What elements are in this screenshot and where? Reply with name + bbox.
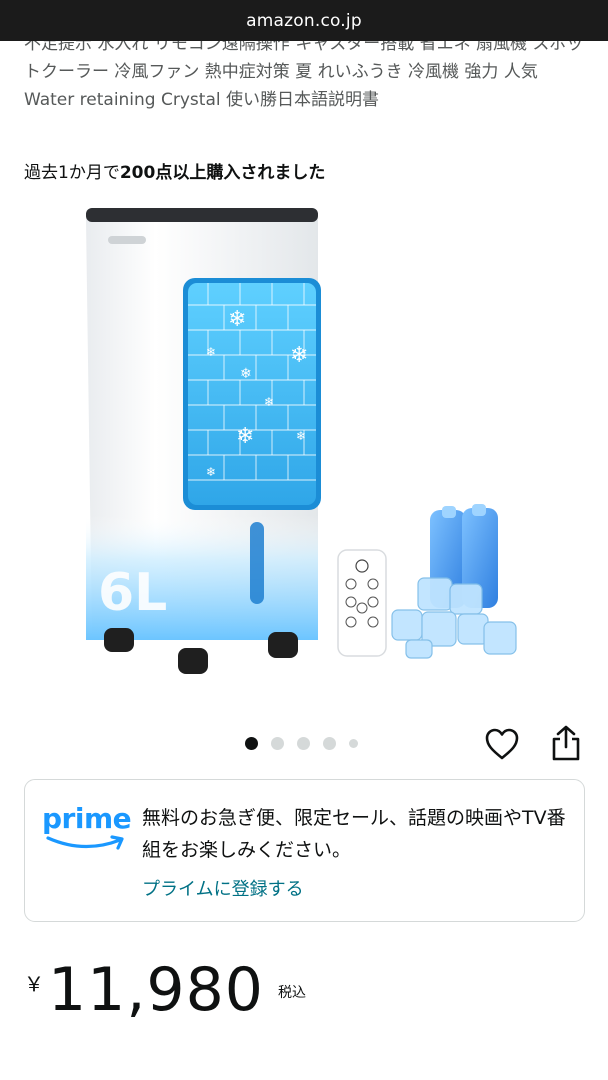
- svg-text:❄: ❄: [236, 424, 254, 449]
- price-tax-note: 税込: [277, 985, 306, 1001]
- product-title: 不足提示 水入れ リモコン遠隔操作 キャスター搭載 省エネ 扇風機 スポットクー…: [24, 34, 584, 110]
- prime-logo: prime: [42, 802, 132, 852]
- price-amount: 11,980: [48, 955, 264, 1025]
- svg-text:❄: ❄: [296, 429, 306, 443]
- price-currency: ￥: [24, 972, 44, 996]
- svg-text:❄: ❄: [240, 366, 252, 382]
- air-cooler: ❄ ❄ ❄ ❄ ❄ ❄ ❄ ❄ 6L: [86, 208, 321, 674]
- carousel-dot[interactable]: [271, 737, 284, 750]
- share-icon[interactable]: [549, 724, 583, 762]
- carousel-dot-active[interactable]: [245, 737, 258, 750]
- product-image[interactable]: ❄ ❄ ❄ ❄ ❄ ❄ ❄ ❄ 6L: [0, 190, 608, 715]
- carousel-dot[interactable]: [349, 739, 358, 748]
- prime-signup-link[interactable]: プライムに登録する: [142, 875, 304, 901]
- carousel-dot[interactable]: [323, 737, 336, 750]
- heart-icon[interactable]: [484, 727, 520, 761]
- capacity-label: 6L: [98, 563, 167, 623]
- prime-smile-icon: [46, 835, 124, 850]
- svg-text:❄: ❄: [228, 307, 246, 332]
- svg-text:❄: ❄: [206, 345, 216, 359]
- browser-url-bar[interactable]: amazon.co.jp: [0, 0, 608, 41]
- prime-logo-text: prime: [42, 802, 132, 835]
- prime-message: 無料のお急ぎ便、限定セール、話題の映画やTV番組をお楽しみください。: [142, 807, 566, 861]
- purchase-count-emphasis: 200点以上購入されました: [119, 163, 326, 183]
- image-carousel-dots[interactable]: [245, 737, 371, 750]
- purchase-count-prefix: 過去1か月で: [24, 163, 120, 183]
- svg-text:❄: ❄: [264, 395, 274, 409]
- purchase-count: 過去1か月で200点以上購入されました: [24, 158, 325, 183]
- url-text: amazon.co.jp: [246, 10, 362, 31]
- prime-promo-card[interactable]: prime 無料のお急ぎ便、限定セール、話題の映画やTV番組をお楽しみください。…: [24, 779, 585, 922]
- remote-control: [337, 549, 387, 657]
- price: ￥ 11,980 税込: [24, 950, 306, 1030]
- carousel-dot[interactable]: [297, 737, 310, 750]
- svg-text:❄: ❄: [206, 465, 216, 479]
- svg-text:❄: ❄: [290, 343, 308, 368]
